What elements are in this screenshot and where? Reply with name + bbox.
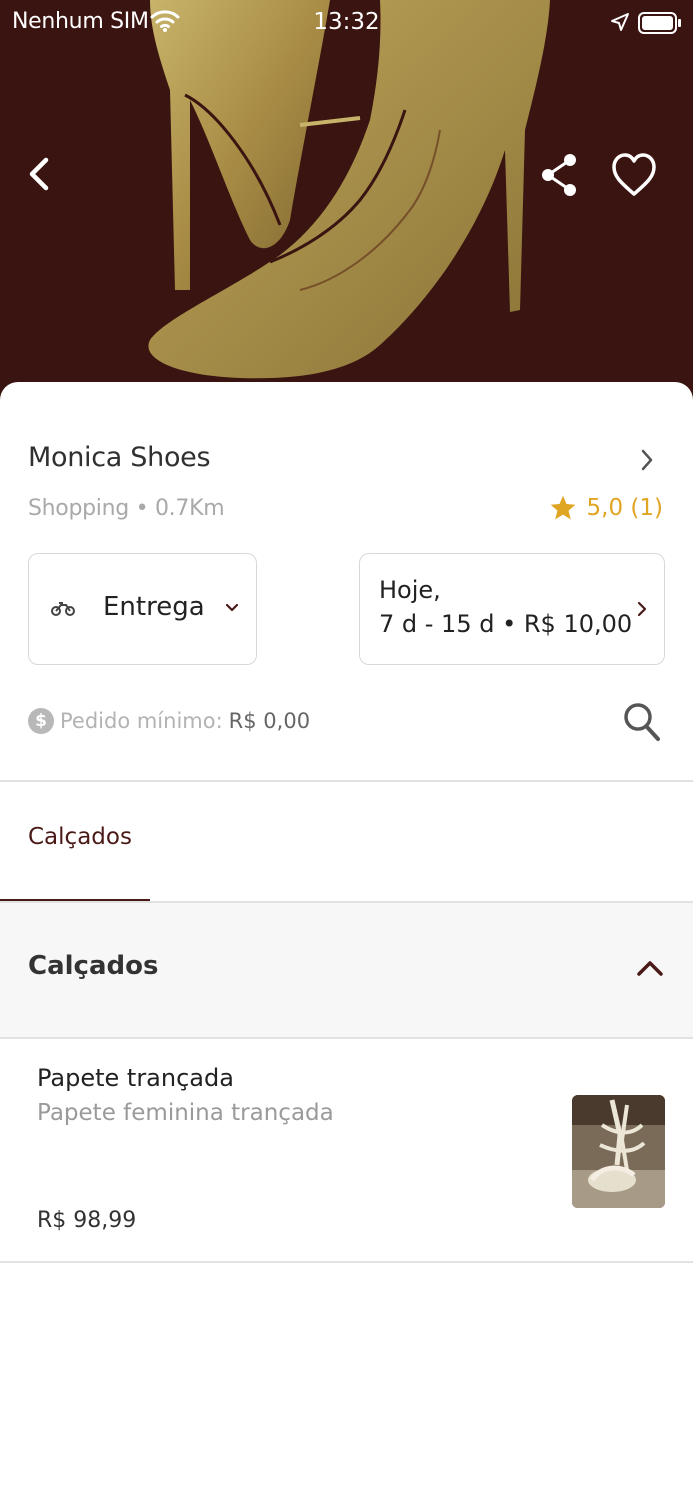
store-hero-banner [0, 0, 693, 400]
chevron-down-icon [225, 603, 239, 612]
store-name[interactable]: Monica Shoes [28, 442, 211, 473]
product-image [572, 1095, 665, 1208]
star-icon [550, 495, 575, 520]
chevron-right-icon [637, 601, 647, 617]
high-heel-shoe-illustration [148, 0, 550, 379]
battery-icon [638, 12, 681, 34]
tab-label: Calçados [28, 824, 132, 850]
clock: 13:32 [313, 9, 380, 35]
dollar-icon: $ [28, 708, 54, 734]
product-item[interactable]: Papete trançada Papete feminina trançada… [0, 1038, 693, 1262]
minimum-order: $ Pedido mínimo: R$ 0,00 [28, 708, 310, 734]
rating-value: 5,0 (1) [586, 495, 663, 521]
delivery-mode-select[interactable]: Entrega [28, 553, 257, 665]
back-button[interactable] [22, 150, 62, 198]
delivery-schedule-button[interactable]: Hoje, 7 d - 15 d • R$ 10,00 [359, 553, 665, 665]
search-button[interactable] [622, 700, 662, 744]
schedule-day: Hoje, [379, 576, 441, 604]
product-description: Papete feminina trançada [37, 1100, 334, 1126]
chevron-up-icon [637, 961, 663, 976]
tab-calcados[interactable]: Calçados [0, 782, 150, 902]
minimum-order-label: Pedido mínimo: [60, 709, 223, 733]
product-price: R$ 98,99 [37, 1208, 137, 1233]
share-button[interactable] [538, 150, 582, 200]
minimum-order-value: R$ 0,00 [228, 709, 311, 733]
category-section-header[interactable]: Calçados [0, 903, 693, 1037]
store-rating[interactable]: 5,0 (1) [549, 494, 663, 522]
schedule-time-fee: 7 d - 15 d • R$ 10,00 [379, 610, 633, 638]
store-details-sheet: Monica Shoes Shopping • 0.7Km 5,0 (1) En… [0, 382, 693, 1500]
search-icon [624, 703, 660, 741]
heart-icon [612, 153, 656, 196]
location-arrow-icon [611, 13, 629, 31]
store-category-distance: Shopping • 0.7Km [28, 496, 225, 521]
status-bar: Nenhum SIM 13:32 [0, 0, 693, 48]
motorbike-icon [51, 602, 75, 616]
delivery-mode-label: Entrega [103, 592, 205, 622]
chevron-right-icon[interactable] [636, 446, 658, 474]
product-name: Papete trançada [37, 1064, 234, 1092]
share-icon [542, 154, 576, 196]
section-title: Calçados [28, 951, 159, 981]
favorite-button[interactable] [610, 150, 658, 200]
back-chevron-icon [29, 157, 49, 191]
divider [0, 1261, 693, 1263]
